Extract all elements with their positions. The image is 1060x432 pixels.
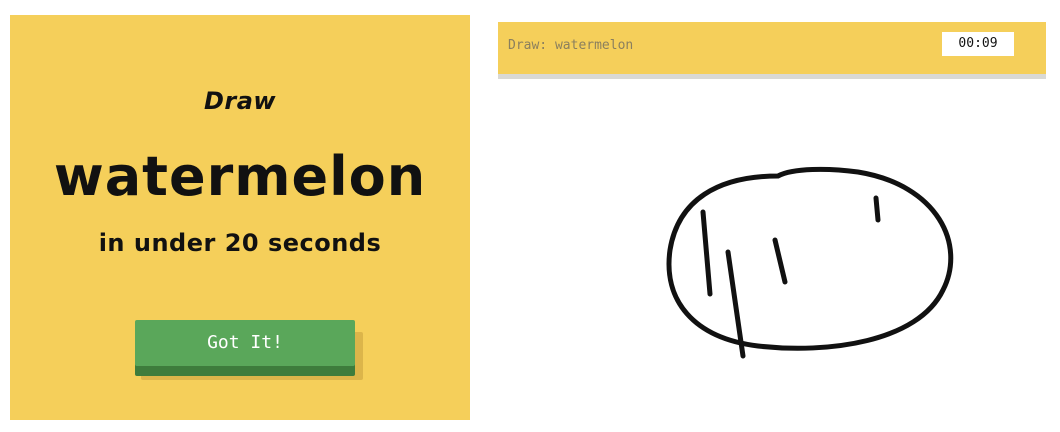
got-it-button-wrapper: Got It! (135, 320, 363, 384)
drawing-canvas[interactable] (498, 80, 1046, 420)
doodle-drawing (666, 166, 954, 359)
subject-word: watermelon (53, 145, 427, 208)
doodle-stripe-stroke (772, 237, 788, 285)
got-it-button[interactable]: Got It! (135, 320, 355, 366)
instruction-card: Draw watermelon in under 20 seconds Got … (10, 15, 470, 420)
doodle-outline-stroke (666, 166, 954, 351)
game-top-bar: Draw: watermelon 00:09 (498, 22, 1046, 79)
doodle-stripe-stroke (873, 195, 881, 223)
draw-heading: Draw (203, 87, 277, 115)
doodle-stripe-stroke (700, 209, 713, 297)
draw-prompt: Draw: watermelon (508, 38, 634, 53)
countdown-timer: 00:09 (942, 32, 1014, 56)
time-limit-text: in under 20 seconds (98, 229, 382, 257)
